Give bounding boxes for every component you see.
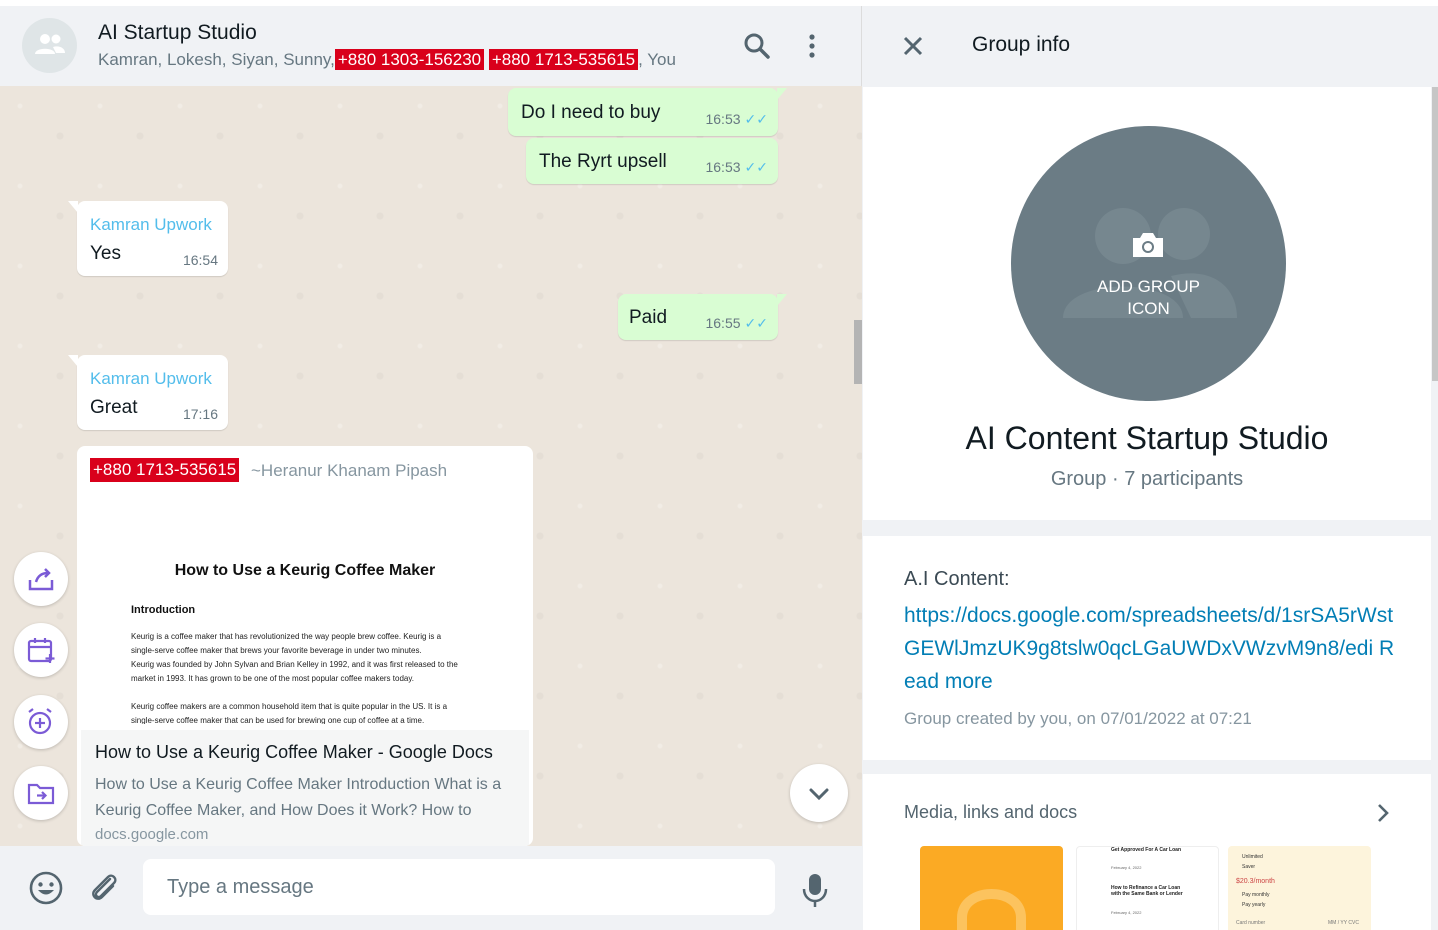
chat-members: Kamran, Lokesh, Siyan, Sunny, +880 1303-1… (98, 49, 676, 70)
group-created-info: Group created by you, on 07/01/2022 at 0… (904, 709, 1252, 728)
group-info-header: Group info (862, 6, 1438, 86)
link-description: How to Use a Keurig Coffee Maker Introdu… (95, 776, 502, 819)
double-tick-icon: ✓✓ (744, 111, 768, 127)
search-icon[interactable] (742, 31, 772, 61)
group-info-panel: Group info ADD GROUP ICON AI Content Sta… (862, 6, 1438, 930)
media-thumbnail[interactable] (920, 846, 1063, 930)
group-people-icon (35, 34, 65, 54)
doc-preview-title: How to Use a Keurig Coffee Maker (174, 562, 436, 579)
add-group-icon-label: ADD GROUP ICON (1097, 277, 1200, 318)
group-participants: Group · 7 participants (1050, 468, 1244, 490)
media-links-docs-card[interactable]: Media, links and docs Get Approved For A… (863, 774, 1431, 930)
members-suffix: , You (638, 50, 676, 69)
camera-icon (1133, 233, 1163, 257)
attach-icon[interactable] (86, 870, 122, 911)
scroll-down-button[interactable] (790, 764, 848, 822)
double-tick-icon: ✓✓ (744, 315, 768, 331)
chat-title[interactable]: AI Startup Studio (98, 21, 257, 45)
menu-dots-icon[interactable] (797, 31, 827, 61)
chat-header[interactable]: AI Startup Studio Kamran, Lokesh, Siyan,… (0, 6, 862, 86)
bubble-tail (777, 294, 787, 306)
message-composer (0, 846, 862, 930)
message-time: 16:53 ✓✓ (705, 159, 768, 175)
group-profile-card: ADD GROUP ICON AI Content Startup Studio… (863, 87, 1431, 520)
group-description-card: A.I Content: https://docs.google.com/spr… (863, 536, 1431, 760)
media-links-docs-label: Media, links and docs (904, 802, 1078, 822)
chat-panel: AI Startup Studio Kamran, Lokesh, Siyan,… (0, 6, 862, 930)
bubble-tail (68, 201, 78, 213)
message-text: Paid (629, 307, 668, 328)
link-title: How to Use a Keurig Coffee Maker - Googl… (95, 742, 493, 762)
media-thumbnail[interactable]: Unlimited Saver $20.3/month Pay monthly … (1228, 846, 1371, 930)
chevron-right-icon[interactable] (1375, 802, 1391, 829)
member-phone-2: +880 1713-535615 (488, 49, 639, 70)
emoji-icon[interactable] (28, 870, 64, 911)
message-time: 16:54 (182, 252, 218, 268)
whatsapp-web-app: AI Startup Studio Kamran, Lokesh, Siyan,… (0, 0, 1438, 930)
message-time: 17:16 (182, 406, 218, 422)
message-outgoing[interactable]: The Ryrt upsell 16:53 ✓✓ (526, 138, 778, 184)
group-avatar[interactable] (22, 18, 77, 73)
message-text: Yes (90, 243, 121, 264)
sender-name: ~Heranur Khanam Pipash (251, 461, 448, 480)
message-outgoing[interactable]: Do I need to buy 16:53 ✓✓ (508, 88, 787, 136)
doc-preview-body: Keurig is a coffee maker that has revolu… (131, 632, 458, 724)
bubble-tail (777, 88, 787, 100)
group-placeholder-icon (1063, 208, 1237, 318)
document-preview[interactable]: How to Use a Keurig Coffee Maker Introdu… (81, 502, 529, 724)
info-scrollbar[interactable] (1432, 87, 1438, 381)
message-text: Great (90, 397, 138, 418)
chat-scrollbar[interactable] (854, 320, 862, 384)
close-icon[interactable] (900, 33, 926, 64)
group-name[interactable]: AI Content Startup Studio (863, 420, 1431, 457)
reminder-button[interactable] (14, 695, 68, 749)
add-group-icon-button[interactable]: ADD GROUP ICON (1011, 126, 1286, 401)
sender-phone[interactable]: +880 1713-535615 (90, 458, 240, 482)
message-time: 16:53 ✓✓ (705, 111, 768, 127)
link-domain: docs.google.com (95, 826, 209, 843)
bubble-tail (68, 355, 78, 367)
doc-preview-heading: Introduction (131, 604, 196, 616)
double-tick-icon: ✓✓ (744, 159, 768, 175)
chevron-down-icon (809, 788, 829, 801)
description-label: A.I Content: (904, 568, 1010, 590)
message-incoming[interactable]: Kamran Upwork Yes 16:54 (68, 201, 228, 276)
calendar-add-icon (27, 638, 55, 663)
sender-name[interactable]: Kamran Upwork (90, 215, 212, 235)
schedule-button[interactable] (14, 623, 68, 677)
move-to-folder-button[interactable] (14, 766, 68, 820)
alarm-add-icon (28, 708, 52, 735)
message-time: 16:55 ✓✓ (705, 315, 768, 331)
microphone-icon[interactable] (800, 872, 830, 913)
description-link[interactable]: https://docs.google.com/spreadsheets/d/1… (904, 599, 1404, 698)
headphones-icon (957, 889, 1026, 930)
group-info-title: Group info (972, 33, 1071, 56)
link-preview[interactable]: How to Use a Keurig Coffee Maker - Googl… (81, 730, 529, 846)
share-button[interactable] (14, 552, 68, 606)
message-incoming[interactable]: Kamran Upwork Great 17:16 (68, 355, 228, 430)
sender-name[interactable]: Kamran Upwork (90, 369, 212, 389)
message-outgoing[interactable]: Paid 16:55 ✓✓ (618, 294, 787, 340)
folder-move-icon (27, 783, 55, 805)
share-icon (28, 568, 54, 591)
member-phone-1: +880 1303-156230 (334, 49, 485, 70)
message-input[interactable] (143, 859, 775, 915)
document-message[interactable]: +880 1713-535615 ~Heranur Khanam Pipash … (77, 446, 533, 846)
members-prefix: Kamran, Lokesh, Siyan, Sunny, (98, 50, 335, 69)
message-text: Do I need to buy (521, 102, 661, 123)
media-thumbnail[interactable]: Get Approved For A Car Loan February 4, … (1076, 846, 1219, 930)
message-text: The Ryrt upsell (539, 151, 667, 172)
